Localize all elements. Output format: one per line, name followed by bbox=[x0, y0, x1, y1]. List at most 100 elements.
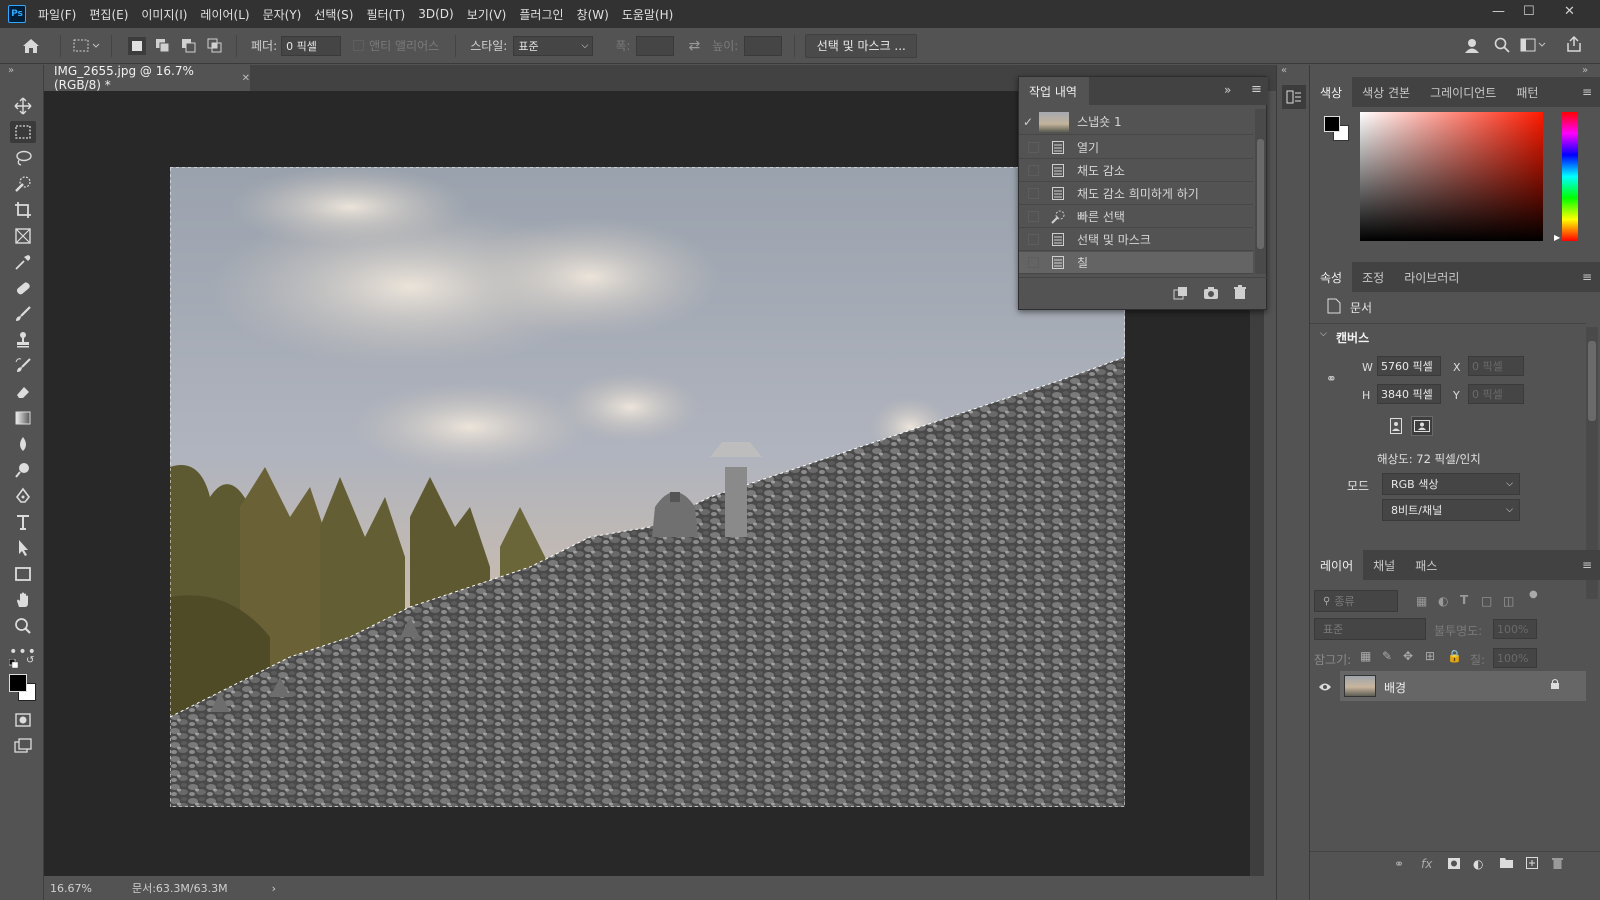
expand-panel-icon[interactable]: » bbox=[1224, 83, 1231, 97]
filter-toggle-icon[interactable]: ● bbox=[1529, 589, 1538, 600]
tab-libraries[interactable]: 라이브러리 bbox=[1394, 262, 1469, 292]
expand-dock-icon[interactable]: » bbox=[1582, 65, 1588, 76]
gradient-tool-icon[interactable] bbox=[10, 407, 36, 429]
history-checkbox[interactable] bbox=[1028, 188, 1039, 199]
history-panel-icon[interactable] bbox=[1282, 85, 1306, 109]
color-picker-field[interactable] bbox=[1360, 112, 1543, 241]
history-item[interactable]: 채도 감소 bbox=[1019, 160, 1253, 182]
tab-swatches[interactable]: 색상 견본 bbox=[1352, 77, 1420, 107]
maximize-icon[interactable]: ☐ bbox=[1523, 4, 1535, 19]
foreground-color-swatch[interactable] bbox=[9, 674, 27, 692]
blur-tool-icon[interactable] bbox=[10, 433, 36, 455]
tab-patterns[interactable]: 패턴 bbox=[1506, 77, 1548, 107]
new-layer-icon[interactable] bbox=[1526, 857, 1538, 872]
canvas-y-input[interactable]: 0 픽셀 bbox=[1468, 384, 1524, 404]
link-layers-icon[interactable]: ⚭ bbox=[1394, 857, 1404, 871]
history-item[interactable]: 빠른 선택 bbox=[1019, 206, 1253, 228]
history-checkbox[interactable] bbox=[1028, 142, 1039, 153]
bit-depth-dropdown[interactable]: 8비트/채널 ⌵ bbox=[1382, 499, 1520, 521]
move-tool-icon[interactable] bbox=[10, 95, 36, 117]
healing-brush-tool-icon[interactable] bbox=[10, 277, 36, 299]
zoom-tool-icon[interactable] bbox=[10, 615, 36, 637]
home-icon[interactable] bbox=[22, 38, 42, 54]
menu-filter[interactable]: 필터(T) bbox=[366, 6, 405, 23]
new-selection-icon[interactable] bbox=[128, 36, 146, 55]
menu-layer[interactable]: 레이어(L) bbox=[200, 6, 249, 23]
menu-edit[interactable]: 편집(E) bbox=[89, 6, 128, 23]
chevron-down-icon[interactable]: ⌵ bbox=[1320, 329, 1327, 339]
hue-slider[interactable] bbox=[1562, 112, 1578, 241]
dodge-tool-icon[interactable] bbox=[10, 459, 36, 481]
new-group-icon[interactable] bbox=[1500, 857, 1513, 871]
subtract-selection-icon[interactable] bbox=[180, 37, 198, 55]
share-icon[interactable] bbox=[1566, 35, 1582, 55]
workspace-icon[interactable] bbox=[1520, 38, 1546, 55]
marquee-preset-icon[interactable] bbox=[73, 39, 101, 53]
default-colors-icon[interactable] bbox=[8, 658, 19, 672]
height-input[interactable] bbox=[744, 35, 783, 56]
link-icon[interactable]: ⚭ bbox=[1326, 372, 1337, 387]
clone-stamp-tool-icon[interactable] bbox=[10, 329, 36, 351]
tab-properties[interactable]: 속성 bbox=[1310, 262, 1353, 292]
antialias-checkbox[interactable] bbox=[353, 40, 365, 51]
close-tab-icon[interactable]: ✕ bbox=[242, 73, 250, 84]
eyedropper-tool-icon[interactable] bbox=[10, 251, 36, 273]
menu-type[interactable]: 문자(Y) bbox=[263, 6, 302, 23]
panel-menu-icon[interactable]: ≡ bbox=[1251, 82, 1262, 97]
menu-window[interactable]: 창(W) bbox=[577, 6, 609, 23]
canvas-width-input[interactable]: 5760 픽셀 bbox=[1377, 356, 1441, 376]
menu-help[interactable]: 도움말(H) bbox=[622, 6, 674, 23]
swap-icon[interactable]: ⇄ bbox=[688, 38, 700, 54]
lasso-tool-icon[interactable] bbox=[10, 147, 36, 169]
tab-gradients[interactable]: 그레이디언트 bbox=[1420, 77, 1506, 107]
opacity-input[interactable]: 100% bbox=[1493, 619, 1537, 639]
close-icon[interactable]: ✕ bbox=[1564, 4, 1575, 19]
history-snapshot-row[interactable]: ✓ 스냅숏 1 bbox=[1019, 109, 1253, 135]
document-tab[interactable]: IMG_2655.jpg @ 16.7% (RGB/8) * ✕ bbox=[44, 64, 250, 92]
rectangle-tool-icon[interactable] bbox=[10, 563, 36, 585]
new-document-from-state-icon[interactable] bbox=[1173, 286, 1189, 303]
crop-tool-icon[interactable] bbox=[10, 199, 36, 221]
color-mode-dropdown[interactable]: RGB 색상 ⌵ bbox=[1382, 473, 1520, 495]
history-item[interactable]: 채도 감소 희미하게 하기 bbox=[1019, 183, 1253, 205]
history-item[interactable]: 열기 bbox=[1019, 137, 1253, 159]
collapse-icon[interactable]: » bbox=[8, 65, 14, 76]
screen-mode-icon[interactable] bbox=[10, 735, 36, 757]
camera-icon[interactable] bbox=[1203, 286, 1219, 303]
document-image[interactable] bbox=[170, 167, 1125, 807]
style-dropdown[interactable]: 표준 ⌵ bbox=[513, 35, 594, 56]
lock-all-icon[interactable]: 🔒 bbox=[1447, 649, 1462, 663]
menu-3d[interactable]: 3D(D) bbox=[418, 7, 453, 21]
history-checkbox[interactable] bbox=[1028, 211, 1039, 222]
panel-menu-icon[interactable]: ≡ bbox=[1582, 558, 1592, 572]
history-checkbox[interactable] bbox=[1028, 257, 1039, 268]
lock-transparent-icon[interactable]: ▦ bbox=[1360, 649, 1371, 663]
quick-mask-icon[interactable] bbox=[10, 709, 36, 731]
quick-selection-tool-icon[interactable] bbox=[10, 173, 36, 195]
history-checkbox[interactable] bbox=[1028, 234, 1039, 245]
fill-input[interactable]: 100% bbox=[1493, 648, 1537, 668]
history-scrollbar[interactable] bbox=[1255, 109, 1266, 274]
history-tab[interactable]: 작업 내역 bbox=[1019, 77, 1089, 105]
type-tool-icon[interactable] bbox=[10, 511, 36, 533]
frame-tool-icon[interactable] bbox=[10, 225, 36, 247]
tab-adjustments[interactable]: 조정 bbox=[1352, 262, 1394, 292]
delete-layer-icon[interactable] bbox=[1552, 857, 1563, 872]
color-fg-swatch[interactable] bbox=[1324, 116, 1340, 132]
path-selection-tool-icon[interactable] bbox=[10, 537, 36, 559]
layer-filter-dropdown[interactable]: ⚲ 종류 bbox=[1314, 590, 1398, 612]
tab-paths[interactable]: 패스 bbox=[1405, 550, 1447, 580]
width-input[interactable] bbox=[636, 35, 675, 56]
blend-mode-dropdown[interactable]: 표준 bbox=[1314, 618, 1426, 640]
hue-slider-handle[interactable]: ▶ bbox=[1554, 233, 1560, 242]
filter-adjustment-layers-icon[interactable]: ◐ bbox=[1438, 594, 1448, 608]
swap-colors-icon[interactable]: ↺ bbox=[26, 655, 34, 666]
chevron-right-icon[interactable]: › bbox=[272, 882, 276, 895]
menu-file[interactable]: 파일(F) bbox=[38, 6, 76, 23]
add-mask-icon[interactable] bbox=[1448, 858, 1460, 872]
canvas-height-input[interactable]: 3840 픽셀 bbox=[1377, 384, 1441, 404]
marquee-tool-icon[interactable] bbox=[10, 121, 36, 143]
filter-pixel-layers-icon[interactable]: ▦ bbox=[1416, 594, 1427, 608]
minimize-icon[interactable]: — bbox=[1492, 4, 1505, 19]
landscape-orientation-icon[interactable] bbox=[1411, 416, 1433, 436]
